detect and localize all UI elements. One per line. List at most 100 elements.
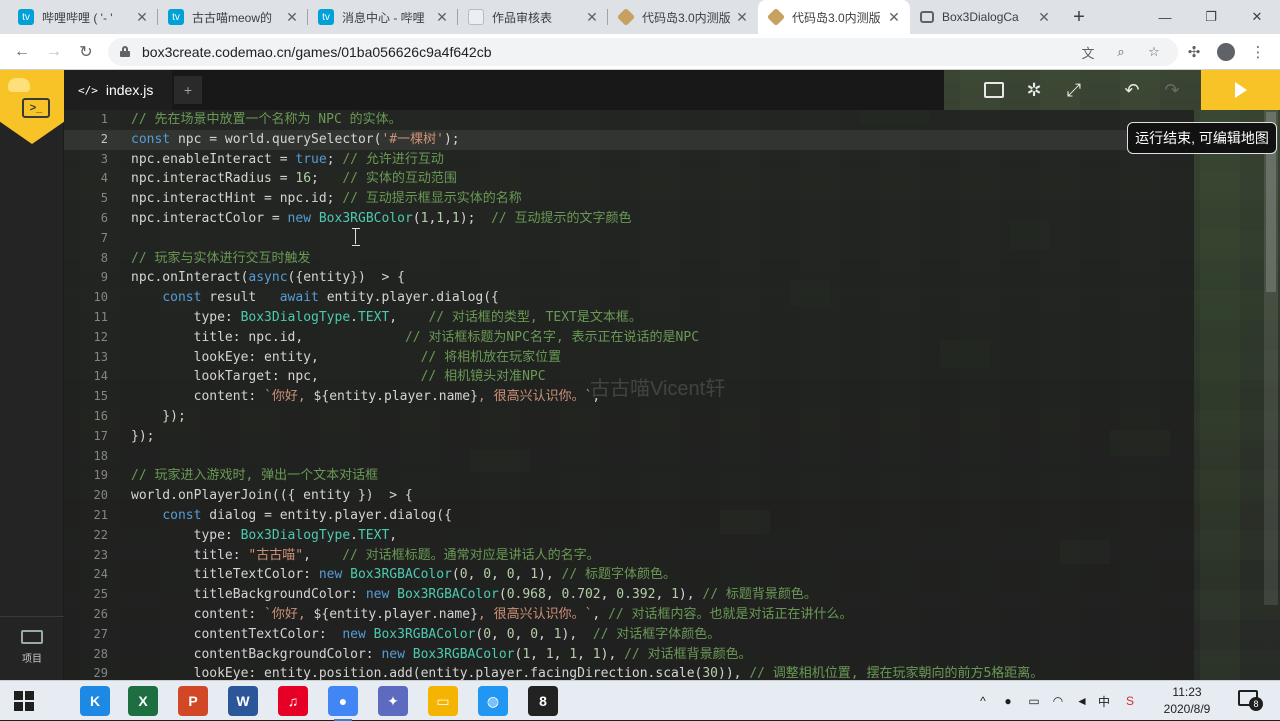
bookmark-star-icon[interactable]: ☆ — [1144, 42, 1164, 62]
wifi-icon[interactable]: ◠ — [1050, 691, 1066, 711]
browser-tab-title: 消息中心 - 哔哩 — [342, 10, 425, 25]
chrome-app-icon[interactable]: ● — [328, 686, 358, 721]
code-token: 0.968 — [506, 587, 546, 603]
reload-icon[interactable]: ↻ — [74, 40, 98, 64]
line-number: 27 — [93, 626, 108, 641]
close-tab-icon[interactable]: ✕ — [584, 9, 600, 26]
restore-button[interactable]: ❐ — [1188, 0, 1234, 34]
forward-arrow-icon[interactable]: → — [42, 40, 66, 64]
browser-tab[interactable]: tv 哔哩哔哩 ( '- ' ✕ — [8, 0, 158, 34]
profile-avatar-icon[interactable] — [1214, 40, 1238, 64]
box3-logo[interactable]: >_ — [0, 70, 64, 144]
chat-bubble-icon[interactable] — [982, 78, 1006, 102]
code-line[interactable]: 20 world.onPlayerJoin(({ entity }) > { — [64, 486, 1194, 506]
browser-tab[interactable]: tv 消息中心 - 哔哩 ✕ — [308, 0, 458, 34]
code-text: npc.interactRadius = 16; // 实体的互动范围 — [131, 169, 457, 189]
browser-globe-app-icon[interactable]: ◍ — [478, 686, 508, 716]
feather-app-icon[interactable]: ✦ — [378, 686, 408, 716]
run-button[interactable] — [1201, 70, 1280, 110]
code-line[interactable]: 19 // 玩家进入游戏时, 弹出一个文本对话框 — [64, 466, 1194, 486]
notification-center-icon[interactable]: 8 — [1238, 690, 1263, 711]
file-tab-index-js[interactable]: </> index.js — [64, 70, 172, 110]
code-line[interactable]: 26 content: `你好, ${entity.player.name}, … — [64, 605, 1194, 625]
more-menu-icon[interactable]: ⋮ — [1246, 40, 1270, 64]
code-line[interactable]: 16 }); — [64, 407, 1194, 427]
file-explorer-app-icon[interactable]: ▭ — [428, 686, 458, 716]
code-line[interactable]: 6 npc.interactColor = new Box3RGBColor(1,… — [64, 209, 1194, 229]
sogou-ime-icon[interactable]: S — [1122, 691, 1138, 711]
code-line[interactable]: 13 lookEye: entity, // 将相机放在玩家位置 — [64, 348, 1194, 368]
address-bar[interactable]: box3create.codemao.cn/games/01ba056626c9… — [108, 38, 1178, 66]
close-tab-icon[interactable]: ✕ — [284, 9, 300, 26]
redo-icon[interactable]: ↷ — [1160, 78, 1184, 102]
browser-tab[interactable]: tv 古古喵meow的 ✕ — [158, 0, 308, 34]
code-line[interactable]: 5 npc.interactHint = npc.id; // 互动提示框显示实体… — [64, 189, 1194, 209]
code-line[interactable]: 3 npc.enableInteract = true; // 允许进行互动 — [64, 150, 1194, 170]
code-line[interactable]: 12 title: npc.id, // 对话框标题为NPC名字, 表示正在说话… — [64, 328, 1194, 348]
code-line[interactable]: 24 titleTextColor: new Box3RGBAColor(0, … — [64, 565, 1194, 585]
back-arrow-icon[interactable]: ← — [10, 40, 34, 64]
editor-scrollbar[interactable] — [1264, 110, 1278, 605]
volume-icon[interactable]: ◄ — [1074, 691, 1090, 711]
powerpoint-app-icon[interactable]: P — [178, 686, 208, 716]
code-line[interactable]: 29 lookEye: entity.position.add(entity.p… — [64, 664, 1194, 680]
undo-icon[interactable]: ↶ — [1120, 78, 1144, 102]
browser-tab-active[interactable]: 代码岛3.0内测版 ✕ — [758, 0, 910, 34]
browser-tab[interactable]: 作品审核表 ✕ — [458, 0, 608, 34]
close-window-button[interactable]: ✕ — [1234, 0, 1280, 34]
line-number: 3 — [100, 151, 108, 166]
translate-icon[interactable]: 文 — [1078, 42, 1098, 62]
code-line[interactable]: 28 contentBackgroundColor: new Box3RGBAC… — [64, 645, 1194, 665]
code-line[interactable]: 8 // 玩家与实体进行交互时触发 — [64, 249, 1194, 269]
kuaishou-app-icon[interactable]: K — [80, 686, 110, 716]
close-tab-icon[interactable]: ✕ — [134, 9, 150, 26]
excel-app-icon[interactable]: X — [128, 686, 158, 716]
code-line[interactable]: 18 — [64, 447, 1194, 467]
book-icon — [920, 11, 934, 23]
close-tab-icon[interactable]: ✕ — [1036, 9, 1052, 26]
url-text[interactable]: box3create.codemao.cn/games/01ba056626c9… — [142, 44, 491, 60]
code-token: // 对话框标题。通常对应是讲话人的名字。 — [342, 547, 600, 563]
code-line[interactable]: 21 const dialog = entity.player.dialog({ — [64, 506, 1194, 526]
code-line[interactable]: 10 const result await entity.player.dial… — [64, 288, 1194, 308]
code-line[interactable]: 23 title: "古古喵", // 对话框标题。通常对应是讲话人的名字。 — [64, 546, 1194, 566]
code-line[interactable]: 27 contentTextColor: new Box3RGBAColor(0… — [64, 625, 1194, 645]
sidebar-item-project[interactable]: 项目 — [0, 630, 64, 665]
ime-indicator[interactable]: 中 — [1096, 691, 1112, 711]
browser-tab-title: 作品审核表 — [492, 10, 553, 25]
code-line[interactable]: 9 npc.onInteract(async({entity}) > { — [64, 268, 1194, 288]
close-tab-icon[interactable]: ✕ — [434, 9, 450, 26]
code-line[interactable]: 7 — [64, 229, 1194, 249]
word-app-icon[interactable]: W — [228, 686, 258, 716]
code-line[interactable]: 4 npc.interactRadius = 16; // 实体的互动范围 — [64, 169, 1194, 189]
tray-expand-icon[interactable]: ^ — [976, 691, 990, 711]
close-tab-icon[interactable]: ✕ — [734, 9, 750, 26]
extensions-puzzle-icon[interactable]: ✣ — [1182, 40, 1206, 64]
code-token: contentBackgroundColor: — [131, 646, 382, 662]
minimize-button[interactable]: — — [1142, 0, 1188, 34]
browser-tab[interactable]: Box3DialogCa ✕ — [910, 0, 1060, 34]
add-file-button[interactable]: + — [174, 76, 202, 104]
zoom-icon[interactable]: ⌕ — [1111, 42, 1131, 62]
code-token: 30 — [702, 666, 719, 680]
code-token: , — [514, 567, 531, 583]
debug-bug-icon[interactable]: ✲ — [1022, 78, 1046, 102]
code-line[interactable]: 17}); — [64, 427, 1194, 447]
close-tab-icon[interactable]: ✕ — [886, 9, 902, 26]
code-token: npc.enableInteract = — [131, 151, 296, 167]
qq-tray-icon[interactable]: ● — [1000, 691, 1016, 711]
video-editor-app-icon[interactable]: 8 — [528, 686, 558, 716]
system-clock[interactable]: 11:23 2020/8/9 — [1152, 684, 1222, 718]
code-line[interactable]: 1 // 先在场景中放置一个名称为 NPC 的实体。 — [64, 110, 1194, 130]
browser-tab[interactable]: 代码岛3.0内测版 ✕ — [608, 0, 758, 34]
code-line[interactable]: 25 titleBackgroundColor: new Box3RGBACol… — [64, 585, 1194, 605]
netease-music-app-icon[interactable]: ♫ — [278, 686, 308, 716]
code-line[interactable]: 11 type: Box3DialogType.TEXT, // 对话框的类型,… — [64, 308, 1194, 328]
code-line[interactable]: 22 type: Box3DialogType.TEXT, — [64, 526, 1194, 546]
new-tab-button[interactable]: + — [1068, 6, 1090, 28]
expand-icon[interactable]: ⤢ — [1062, 78, 1086, 102]
code-line[interactable]: 2 const npc = world.querySelector('#一棵树')… — [64, 129, 1194, 150]
windows-start-icon[interactable] — [14, 691, 34, 711]
battery-icon[interactable]: ▭ — [1026, 691, 1042, 711]
